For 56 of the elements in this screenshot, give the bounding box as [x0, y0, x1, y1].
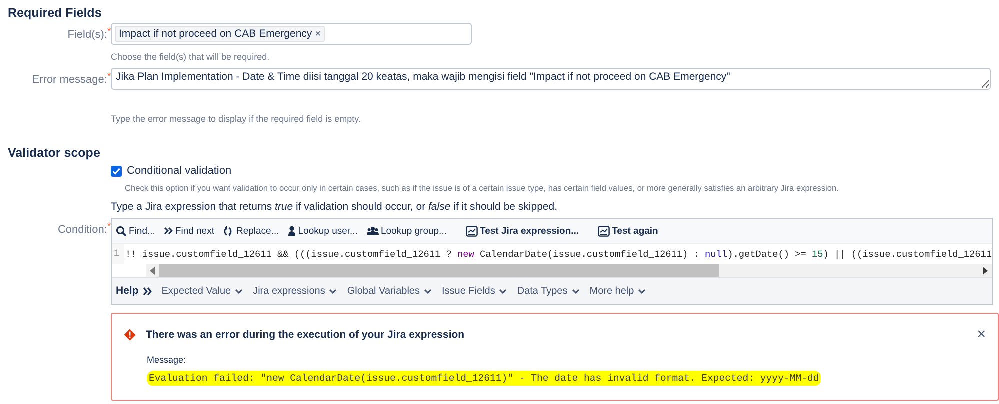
- scroll-left-icon: [150, 266, 155, 274]
- help-dropdown[interactable]: Data Types: [517, 286, 580, 296]
- toolbar-button[interactable]: Lookup user...: [288, 226, 363, 236]
- user-icon: [288, 226, 296, 236]
- help-dropdown[interactable]: Issue Fields: [442, 286, 508, 296]
- tag-label: Impact if not proceed on CAB Emergency: [119, 28, 312, 40]
- instruction-text: Type a Jira expression that returns true if validation should occur, or false if it should be skipped.: [111, 201, 559, 213]
- caret-icon: [638, 288, 646, 294]
- toolbar-button[interactable]: Find...: [116, 226, 160, 236]
- group-icon: [366, 226, 379, 236]
- error-message-text: Evaluation failed: "new CalendarDate(issue.customfield_12611)" - The date has invalid format. Expected: yyyy-MM-dd: [147, 371, 822, 386]
- message-label: Message:: [147, 355, 188, 365]
- caret-icon: [572, 288, 580, 294]
- remove-tag-button[interactable]: ×: [315, 28, 322, 40]
- toolbar-button[interactable]: Test again: [598, 226, 664, 236]
- close-button[interactable]: ×: [971, 326, 992, 343]
- chart-icon: [466, 226, 478, 236]
- help-label: Help: [116, 285, 139, 297]
- toolbar-button[interactable]: Lookup group...: [366, 226, 452, 236]
- help-dropdown[interactable]: More help: [590, 286, 646, 296]
- help-dropdown[interactable]: Expected Value: [162, 286, 244, 296]
- checkbox-label: Conditional validation: [127, 165, 232, 177]
- double-chevron-icon: [164, 226, 174, 236]
- caret-icon: [424, 288, 432, 294]
- replace-icon: [223, 226, 234, 236]
- help-text: Check this option if you want validation to occur only in certain cases, such as if the issue is of a certain issue type, has certain field values, or more generally satisfies an arbitrary Jira expression.: [125, 183, 840, 193]
- field-label: Error message:: [32, 73, 108, 86]
- tag-input-field[interactable]: Impact if not proceed on CAB Emergency ×: [111, 23, 472, 45]
- toolbar-button[interactable]: Find next: [164, 226, 220, 236]
- help-dropdown[interactable]: Jira expressions: [253, 286, 338, 296]
- toolbar-button[interactable]: Replace...: [223, 226, 284, 236]
- help-dropdown[interactable]: Global Variables: [347, 286, 432, 296]
- line-number: 1: [112, 244, 124, 264]
- error-title: There was an error during the execution of your Jira expression: [146, 328, 465, 340]
- caret-icon: [235, 288, 244, 294]
- search-icon: [116, 226, 127, 236]
- chart-icon: [598, 226, 610, 236]
- horizontal-scrollbar[interactable]: [146, 264, 992, 277]
- scroll-right-icon: [983, 266, 988, 274]
- error-icon: [124, 328, 136, 340]
- help-text: Choose the field(s) that will be required.: [111, 52, 271, 62]
- caret-icon: [329, 288, 338, 294]
- toolbar-button[interactable]: Test Jira expression...: [466, 226, 584, 236]
- section-heading: Required Fields: [8, 6, 103, 22]
- help-text: Type the error message to display if the required field is empty.: [111, 114, 362, 124]
- field-label: Condition:: [58, 223, 108, 236]
- required-mark: *: [107, 70, 111, 81]
- code-line: !! issue.customfield_12611 && (((issue.customfield_12611 ? new CalendarDate(issue.customfield_12611) : null).getDate() >= 15) || ((issue.customfield_12611: [124, 248, 992, 260]
- required-mark: *: [107, 220, 111, 231]
- field-label: Field(s):: [68, 28, 108, 41]
- required-mark: *: [107, 25, 111, 36]
- section-heading: Validator scope: [8, 146, 102, 162]
- checkbox[interactable]: [111, 166, 122, 176]
- error-message-field[interactable]: Jika Plan Implementation - Date & Time diisi tanggal 20 keatas, maka wajib mengisi field "Impact if not proceed on CAB Emergency": [111, 68, 991, 90]
- caret-icon: [499, 288, 508, 294]
- double-chevron-icon: [142, 286, 152, 296]
